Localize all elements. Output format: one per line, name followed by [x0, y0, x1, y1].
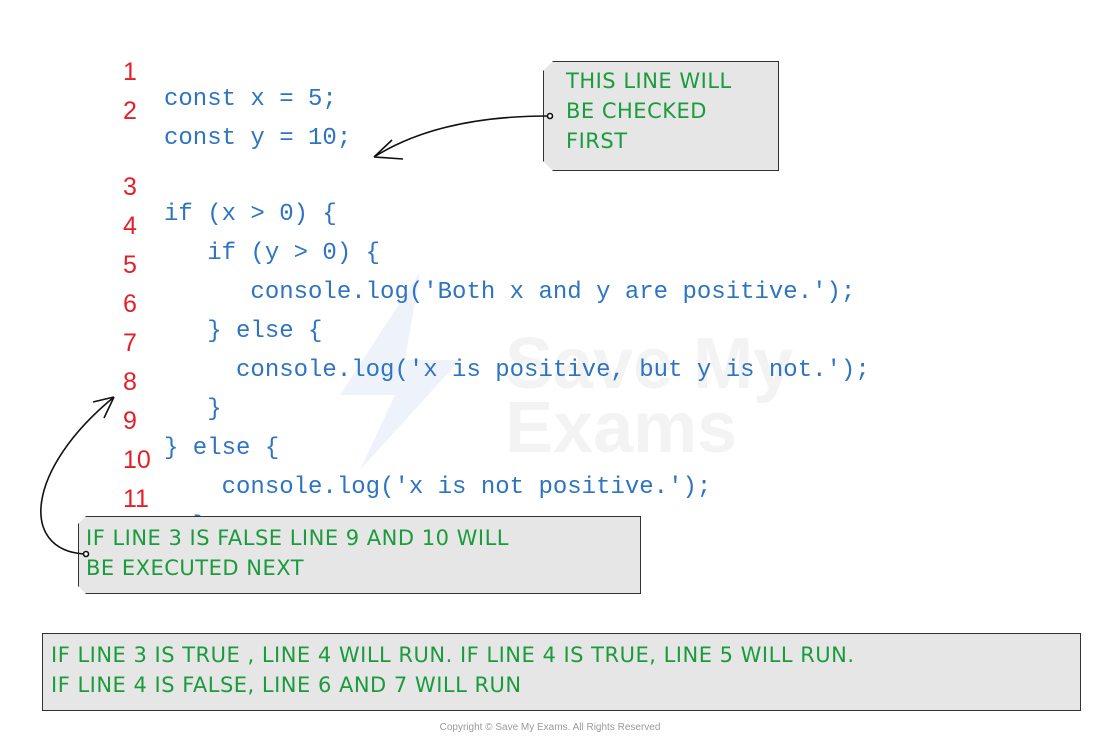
- line-number: 6: [123, 290, 137, 318]
- note-line: IF LINE 3 IS TRUE , LINE 4 WILL RUN. IF …: [51, 643, 855, 667]
- line-number: 3: [123, 173, 137, 201]
- note-false-branch: IF LINE 3 IS FALSE LINE 9 AND 10 WILL BE…: [78, 516, 641, 594]
- line-number: 2: [123, 97, 137, 125]
- code-text: const x = 5;: [164, 86, 337, 113]
- arrow-to-line-3: [373, 112, 554, 160]
- code-text: if (y > 0) {: [164, 240, 381, 267]
- code-text: const y = 10;: [164, 125, 352, 152]
- line-number: 1: [123, 58, 137, 86]
- note-true-branch: IF LINE 3 IS TRUE , LINE 4 WILL RUN. IF …: [42, 633, 1081, 711]
- line-number: 8: [123, 368, 137, 396]
- code-text: } else {: [164, 435, 280, 462]
- note-line: IF LINE 4 IS FALSE, LINE 6 AND 7 WILL RU…: [51, 673, 522, 697]
- code-text: console.log('Both x and y are positive.'…: [164, 279, 856, 306]
- note-line: BE CHECKED: [566, 99, 707, 123]
- note-line: BE EXECUTED NEXT: [86, 556, 305, 580]
- code-text: if (x > 0) {: [164, 201, 337, 228]
- code-text: } else {: [164, 318, 323, 345]
- code-text: console.log('x is not positive.');: [164, 474, 712, 501]
- copyright-text: Copyright © Save My Exams. All Rights Re…: [439, 722, 661, 733]
- line-number: 7: [123, 329, 137, 357]
- line-number: 11: [123, 485, 149, 513]
- code-text: }: [164, 396, 222, 423]
- line-number: 9: [123, 407, 137, 435]
- note-line: IF LINE 3 IS FALSE LINE 9 AND 10 WILL: [86, 526, 509, 550]
- note-line: FIRST: [566, 129, 628, 153]
- note-line: THIS LINE WILL: [566, 69, 732, 93]
- watermark-text-line2: Exams: [505, 388, 737, 468]
- note-checked-first: THIS LINE WILL BE CHECKED FIRST: [543, 61, 779, 171]
- line-number: 4: [123, 212, 137, 240]
- line-number: 10: [123, 446, 151, 474]
- code-text: console.log('x is positive, but y is not…: [164, 357, 870, 384]
- line-number: 5: [123, 251, 137, 279]
- code-line-11: 11 }: [0, 457, 207, 569]
